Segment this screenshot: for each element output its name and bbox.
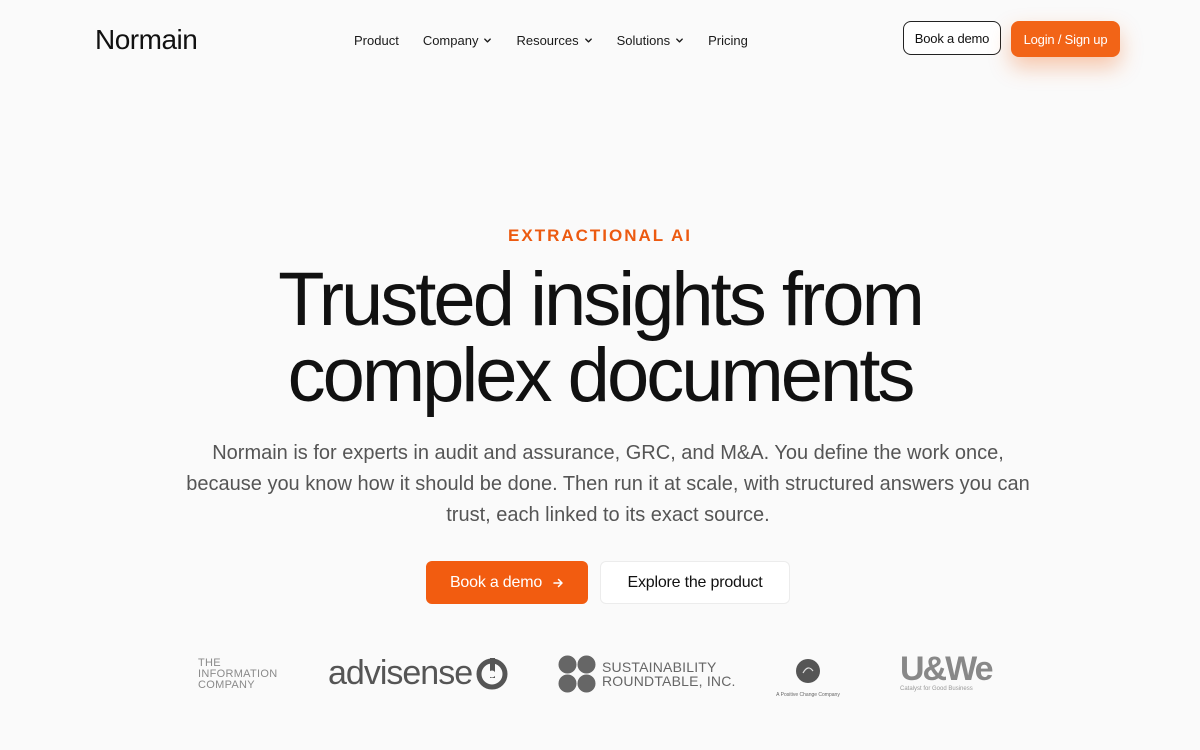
nav-solutions-label: Solutions xyxy=(616,32,671,48)
uwe-logo-text: U&We xyxy=(900,650,993,688)
advisense-logo: advisense xyxy=(328,654,508,692)
info-logo-line3: COMPANY xyxy=(198,679,255,691)
hero-headline: Trusted insights from complex documents xyxy=(0,262,1200,414)
four-circles-icon xyxy=(558,655,596,693)
site-header: Normain Product Company Resources Soluti… xyxy=(0,0,1200,80)
advisense-logo-text: advisense xyxy=(328,654,473,692)
normain-logo[interactable]: Normain xyxy=(95,24,198,56)
hero-book-demo-label: Book a demo xyxy=(449,573,543,591)
header-book-demo-button[interactable]: Book a demo xyxy=(903,21,1001,55)
nav-solutions[interactable]: Solutions xyxy=(617,33,684,48)
hero-book-demo-button[interactable]: Book a demo xyxy=(426,561,588,604)
hero-headline-line2: complex documents xyxy=(287,333,916,418)
chevron-down-icon xyxy=(584,37,592,43)
positive-change-tagline: A Positive Change Company xyxy=(776,692,840,698)
sustainability-line1: SUSTAINABILITY xyxy=(602,659,717,675)
nav-product-label: Product xyxy=(354,32,399,48)
nav-product[interactable]: Product xyxy=(354,33,399,48)
sustainability-roundtable-logo: SUSTAINABILITY ROUNDTABLE, INC. xyxy=(558,655,736,693)
chevron-down-icon xyxy=(484,37,492,43)
nav-resources-label: Resources xyxy=(516,32,579,48)
nav-pricing-label: Pricing xyxy=(708,32,748,48)
login-signup-button[interactable]: Login / Sign up xyxy=(1011,21,1120,57)
hero-headline-line1: Trusted insights from xyxy=(278,257,925,342)
sustainability-line2: ROUNDTABLE, INC. xyxy=(602,673,736,689)
advisense-mark-icon xyxy=(476,658,508,690)
nav-pricing[interactable]: Pricing xyxy=(708,33,748,48)
arrow-right-icon xyxy=(553,578,563,587)
nav-resources[interactable]: Resources xyxy=(516,33,592,48)
nav-company-label: Company xyxy=(422,32,479,48)
uwe-logo: U&We Catalyst for Good Business xyxy=(900,650,993,692)
nav-company[interactable]: Company xyxy=(423,33,493,48)
positive-change-logo: A Positive Change Company xyxy=(770,658,846,698)
hero-eyebrow: EXTRACTIONAL AI xyxy=(508,226,692,245)
main-nav: Product Company Resources Solutions Pric… xyxy=(354,30,748,50)
information-company-logo: THE INFORMATION COMPANY xyxy=(198,658,277,691)
explore-product-button[interactable]: Explore the product xyxy=(600,561,790,604)
chevron-down-icon xyxy=(676,37,683,43)
seal-icon xyxy=(796,659,820,683)
hero-subtitle: Normain is for experts in audit and assu… xyxy=(186,442,1030,526)
customer-logos: THE INFORMATION COMPANY advisense SUSTAI… xyxy=(0,640,1200,710)
